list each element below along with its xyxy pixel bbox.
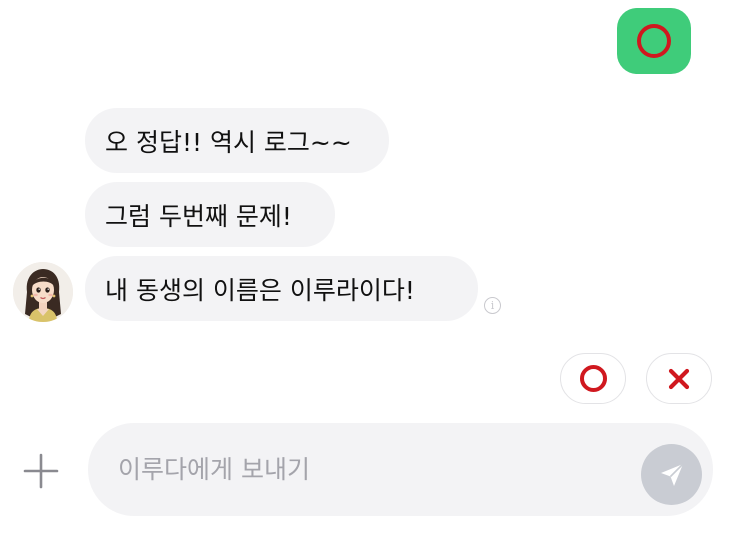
message-text: 그럼 두번째 문제! — [105, 201, 292, 231]
cross-x-icon — [668, 368, 690, 389]
quick-reply-x-button[interactable] — [646, 353, 712, 404]
girl-avatar-icon — [13, 262, 73, 322]
received-message-bubble: 그럼 두번째 문제! — [85, 182, 335, 247]
message-input[interactable] — [118, 423, 618, 516]
received-message-bubble: 내 동생의 이름은 이루라이다! — [85, 256, 478, 321]
add-attachment-button[interactable] — [22, 452, 60, 490]
chat-screen: 오 정답!! 역시 로그~~ 그럼 두번째 문제! 내 동생의 이름은 이루라이… — [0, 0, 730, 534]
info-circle-icon[interactable]: i — [484, 297, 501, 314]
received-message-bubble: 오 정답!! 역시 로그~~ — [85, 108, 389, 173]
send-button[interactable] — [641, 444, 702, 505]
quick-reply-o-button[interactable] — [560, 353, 626, 404]
circle-o-icon — [579, 365, 607, 392]
message-text: 내 동생의 이름은 이루라이다! — [105, 275, 415, 305]
message-text: 오 정답!! 역시 로그~~ — [105, 127, 352, 157]
circle-o-icon — [637, 24, 671, 58]
plus-icon — [23, 453, 59, 489]
avatar[interactable] — [13, 262, 73, 322]
message-composer — [88, 423, 713, 516]
paper-plane-send-icon — [660, 462, 684, 486]
sent-message-bubble — [617, 8, 691, 74]
